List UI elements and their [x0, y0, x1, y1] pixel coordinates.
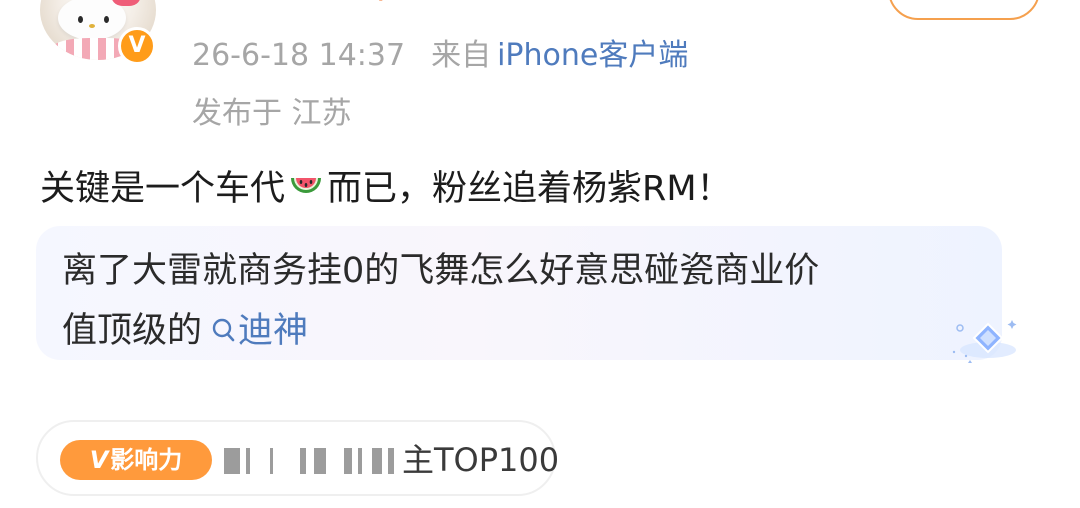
post-client[interactable]: iPhone客户端	[497, 38, 688, 73]
influence-pill[interactable]: V影响力 主TOP100	[36, 420, 560, 496]
username[interactable]: 一一一·	[286, 0, 386, 18]
search-icon	[212, 314, 236, 344]
avatar-face	[58, 0, 126, 40]
post-meta: 26-6-18 14:37 来自 iPhone客户端	[192, 30, 688, 74]
post-via: 来自	[431, 38, 492, 73]
avatar-eye	[78, 16, 83, 23]
quote-card[interactable]: 离了大雷就商务挂0的飞舞怎么好意思碰瓷商业价 值顶级的 迪神	[36, 226, 1017, 363]
influence-badge-label: 影响力	[110, 446, 183, 474]
weibo-post: V 一一一· 26-6-18 14:37 来自iPhone客户端 发布于 江苏 关…	[0, 0, 1080, 508]
search-topic-link[interactable]: 迪神	[212, 311, 308, 351]
quote-line-2-text: 值顶级的	[62, 311, 203, 351]
influence-redacted-text	[222, 442, 404, 478]
follow-button[interactable]	[888, 0, 1040, 20]
influence-rank: 主TOP100	[402, 441, 560, 479]
post-text: 关键是一个车代 而已，粉丝追着杨紫RM！	[40, 160, 732, 211]
search-topic-label: 迪神	[238, 311, 309, 351]
post-location: 发布于 江苏	[192, 96, 352, 131]
quote-line-2: 值顶级的 迪神	[62, 302, 308, 353]
avatar-eye	[104, 16, 109, 23]
vip-badge-icon: V	[118, 27, 156, 65]
influence-v-mark: V	[89, 446, 109, 474]
watermelon-emoji-icon	[287, 168, 325, 206]
quote-line-1: 离了大雷就商务挂0的飞舞怎么好意思碰瓷商业价	[62, 251, 820, 291]
post-time: 26-6-18 14:37	[192, 38, 406, 73]
ai-sparkle-icon[interactable]	[946, 316, 1020, 364]
post-text-part2: 而已，粉丝追着杨紫RM！	[327, 169, 732, 209]
influence-badge: V影响力	[60, 440, 212, 480]
post-text-part1: 关键是一个车代	[40, 169, 286, 209]
avatar-nose	[89, 24, 95, 28]
